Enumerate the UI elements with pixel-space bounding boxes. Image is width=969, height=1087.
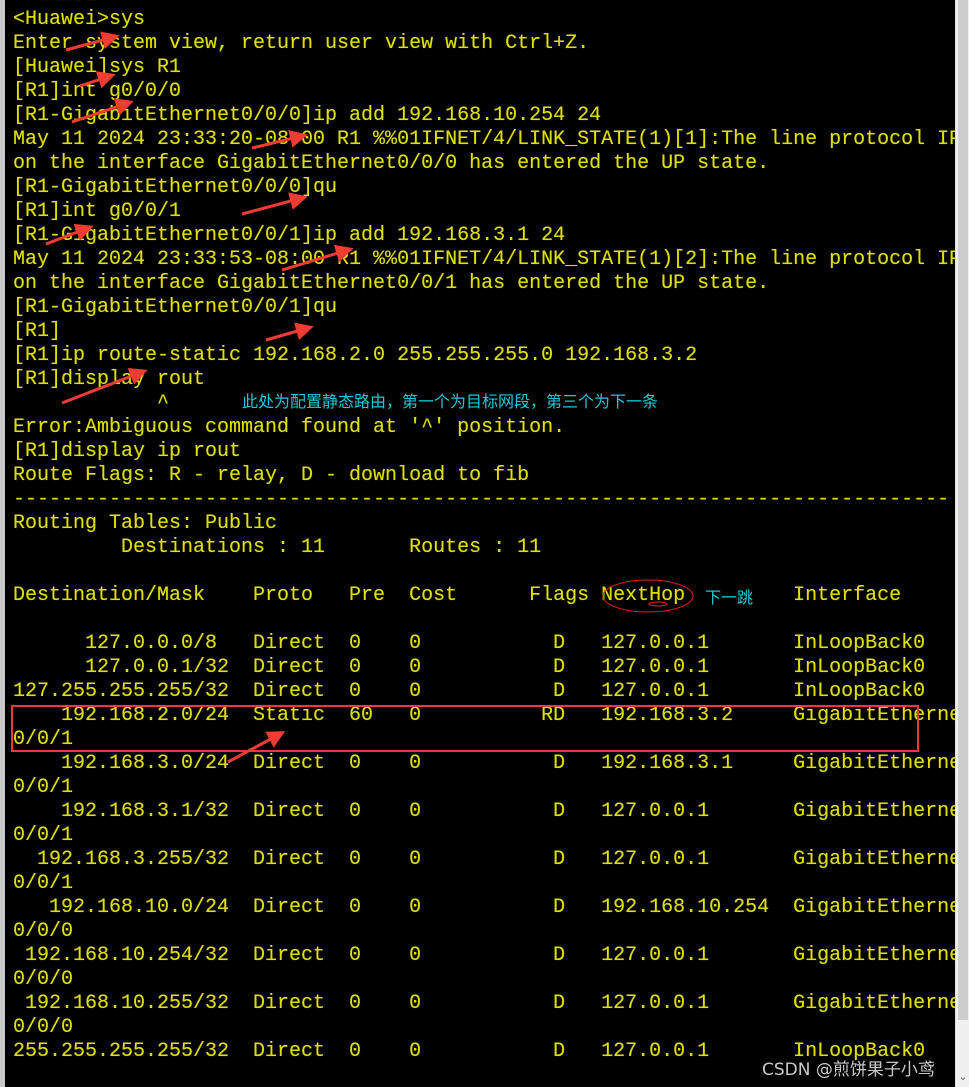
red-arrow: [45, 223, 94, 246]
red-arrow: [241, 192, 308, 216]
red-arrow: [227, 731, 286, 764]
red-arrow: [61, 367, 148, 405]
next-hop-annotation: 下一跳: [705, 588, 754, 607]
red-arrow: [71, 98, 134, 124]
red-arrow: [65, 31, 120, 52]
annotation-overlay: [11, 31, 919, 764]
red-arrow: [251, 130, 308, 150]
red-arrow: [281, 244, 354, 272]
static-route-annotation: 此处为配置静态路由，第一个为目标网段，第三个为下一条: [242, 392, 659, 411]
nexthop-underline-mark: [648, 601, 668, 607]
red-arrow: [79, 71, 116, 89]
static-route-highlight-box: [11, 705, 919, 752]
nexthop-highlight-ellipse: [602, 579, 694, 613]
red-arrow: [265, 322, 314, 342]
watermark: CSDN @煎饼果子小鸢: [762, 1060, 935, 1080]
